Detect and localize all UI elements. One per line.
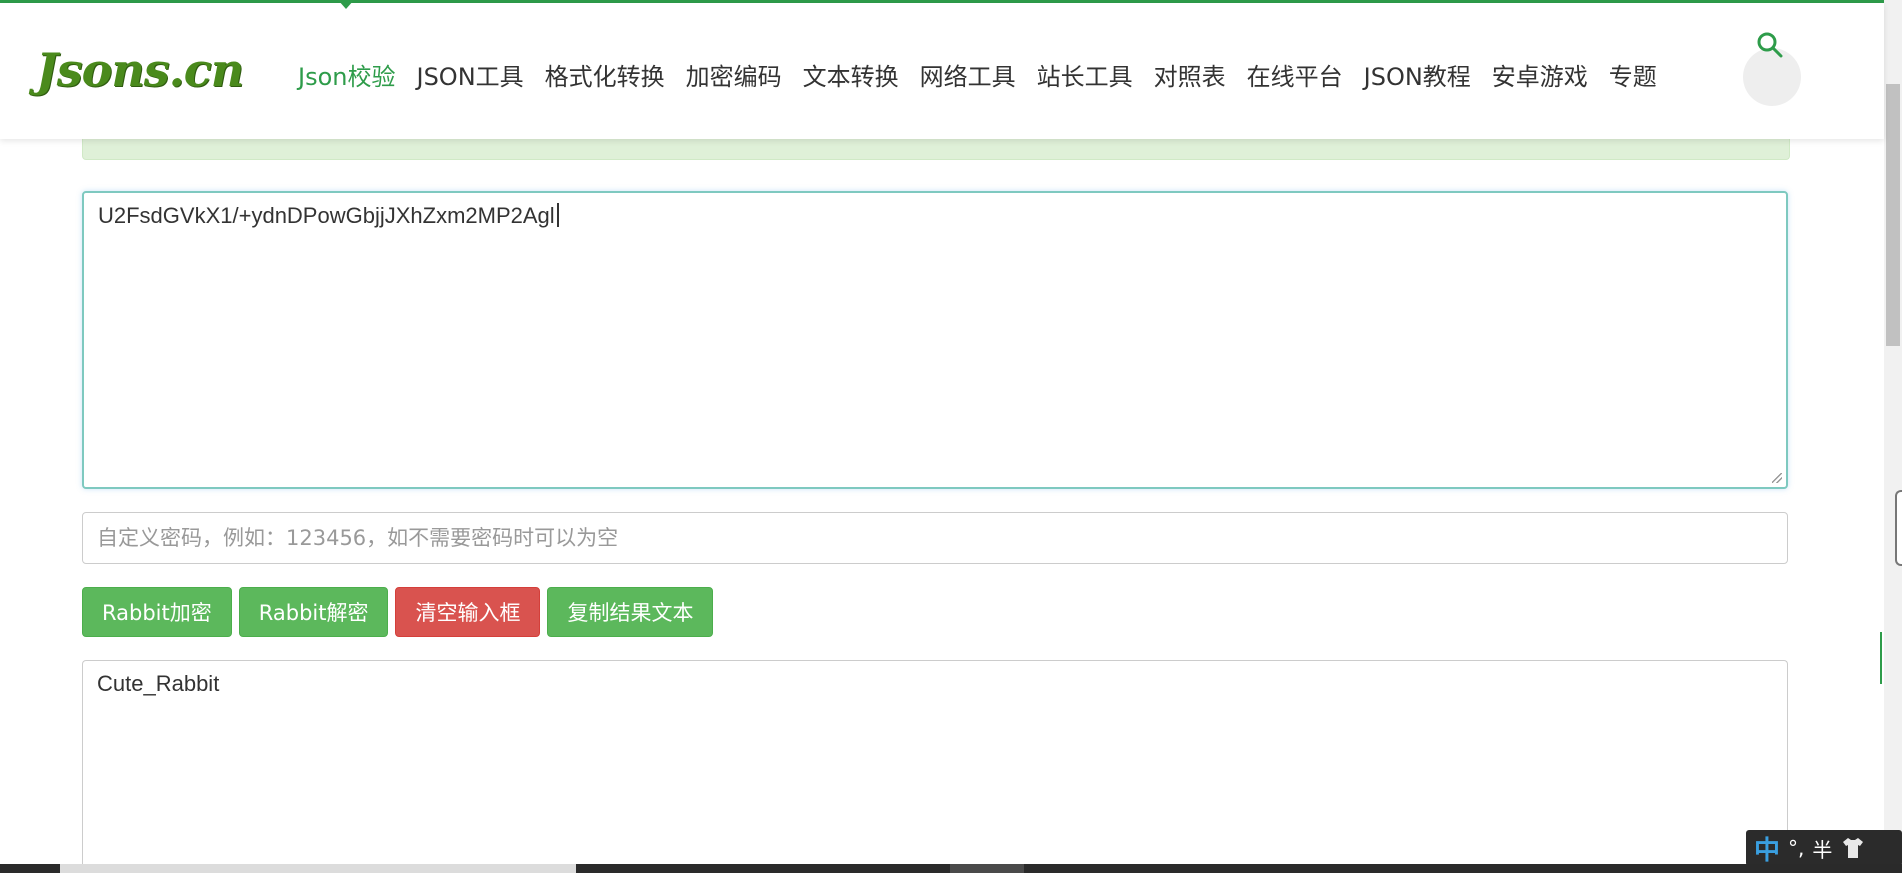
nav-item-format-convert[interactable]: 格式化转换 bbox=[545, 57, 665, 92]
ime-mode-toggle[interactable]: 中 bbox=[1754, 830, 1780, 867]
nav-item-json-tutorial[interactable]: JSON教程 bbox=[1364, 57, 1471, 92]
copy-result-button[interactable]: 复制结果文本 bbox=[547, 587, 714, 637]
nav-item-json-tools[interactable]: JSON工具 bbox=[416, 57, 523, 92]
active-nav-indicator bbox=[338, 0, 354, 9]
nav-item-online-platform[interactable]: 在线平台 bbox=[1247, 57, 1343, 92]
nav-item-topics[interactable]: 专题 bbox=[1609, 57, 1657, 92]
clear-input-button[interactable]: 清空输入框 bbox=[395, 587, 541, 637]
ime-toolbar[interactable]: 中 °, 半 bbox=[1746, 830, 1902, 866]
skin-shirt-icon[interactable] bbox=[1840, 835, 1866, 861]
side-accent-marker bbox=[1880, 632, 1882, 684]
cipher-input-value: U2FsdGVkX1/+ydnDPowGbjjJXhZxm2MP2Agl bbox=[98, 203, 555, 228]
nav-item-reference-tables[interactable]: 对照表 bbox=[1154, 57, 1226, 92]
nav-item-text-convert[interactable]: 文本转换 bbox=[803, 57, 899, 92]
status-alert bbox=[82, 136, 1790, 160]
nav-item-encrypt-encode[interactable]: 加密编码 bbox=[686, 57, 782, 92]
cipher-input-textarea[interactable]: U2FsdGVkX1/+ydnDPowGbjjJXhZxm2MP2Agl bbox=[82, 191, 1788, 489]
ime-punct-toggle[interactable]: °, bbox=[1788, 836, 1804, 860]
taskbar-window-tab[interactable] bbox=[60, 864, 576, 873]
taskbar-window-tab[interactable] bbox=[950, 864, 1024, 873]
main-nav: Json校验 JSON工具 格式化转换 加密编码 文本转换 网络工具 站长工具 … bbox=[298, 57, 1678, 92]
rabbit-decrypt-button[interactable]: Rabbit解密 bbox=[238, 587, 389, 637]
site-header: Jsons.cn Json校验 JSON工具 格式化转换 加密编码 文本转换 网… bbox=[0, 3, 1884, 139]
search-icon[interactable] bbox=[1756, 31, 1784, 59]
ime-width-toggle[interactable]: 半 bbox=[1812, 834, 1832, 863]
rabbit-encrypt-button[interactable]: Rabbit加密 bbox=[82, 587, 232, 637]
side-feedback-tab[interactable] bbox=[1895, 490, 1902, 566]
nav-item-network-tools[interactable]: 网络工具 bbox=[920, 57, 1016, 92]
resize-grip-icon[interactable] bbox=[1772, 473, 1782, 483]
nav-item-webmaster-tools[interactable]: 站长工具 bbox=[1037, 57, 1133, 92]
result-textarea[interactable]: Cute_Rabbit bbox=[82, 660, 1788, 873]
page-scrollbar-thumb[interactable] bbox=[1886, 84, 1900, 346]
site-logo[interactable]: Jsons.cn bbox=[36, 43, 244, 97]
result-value: Cute_Rabbit bbox=[97, 671, 220, 696]
nav-item-android-games[interactable]: 安卓游戏 bbox=[1492, 57, 1588, 92]
nav-item-json-validate[interactable]: Json校验 bbox=[298, 57, 395, 92]
action-buttons: Rabbit加密 Rabbit解密 清空输入框 复制结果文本 bbox=[82, 587, 714, 637]
text-caret bbox=[556, 203, 559, 227]
password-input[interactable]: 自定义密码，例如：123456，如不需要密码时可以为空 bbox=[82, 512, 1788, 564]
